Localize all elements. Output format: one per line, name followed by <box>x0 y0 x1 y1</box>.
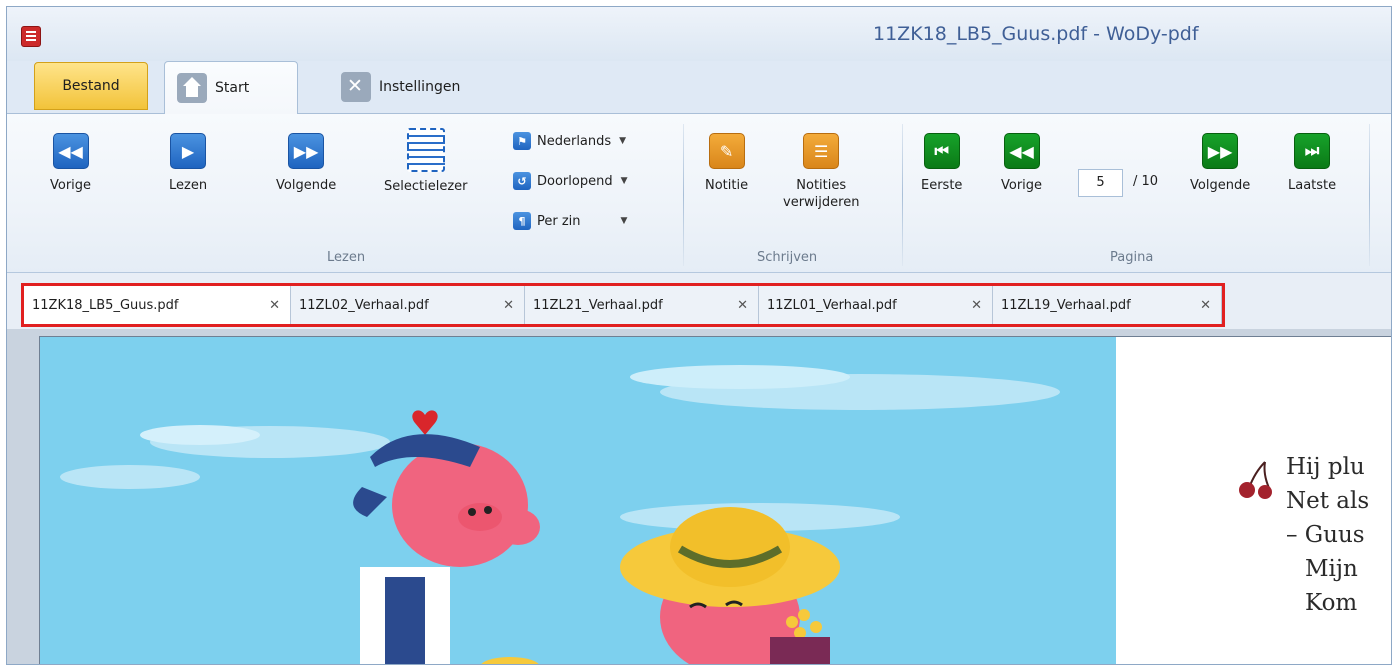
group-separator <box>1369 124 1370 266</box>
document-tab-label: 11ZL02_Verhaal.pdf <box>299 297 429 313</box>
document-tab-label: 11ZK18_LB5_Guus.pdf <box>32 297 179 313</box>
ribbon: ◀◀ Vorige ▶ Lezen ▶▶ Volgende Selectiele… <box>7 113 1391 273</box>
lezen-label: Lezen <box>169 178 208 193</box>
group-separator <box>683 124 684 266</box>
chevron-down-icon: ▼ <box>619 136 627 146</box>
vorige-read-button[interactable]: ◀◀ Vorige <box>50 133 91 194</box>
close-icon[interactable]: ✕ <box>1200 298 1211 313</box>
lezen-button[interactable]: ▶ Lezen <box>169 133 207 194</box>
previous-page-icon: ◀◀ <box>1003 133 1040 169</box>
title-bar: 11ZK18_LB5_Guus.pdf - WoDy-pdf <box>7 7 1391 61</box>
vorige-page-button[interactable]: ◀◀ Vorige <box>1001 133 1042 194</box>
tools-icon <box>341 72 371 102</box>
close-icon[interactable]: ✕ <box>971 298 982 313</box>
chevron-down-icon: ▼ <box>620 176 628 186</box>
volgende-read-button[interactable]: ▶▶ Volgende <box>276 133 336 194</box>
paragraph-icon <box>513 212 531 230</box>
page-text: Hij plu Net als – Guus Mijn Kom <box>1286 450 1369 620</box>
tab-instellingen[interactable]: Instellingen <box>329 61 472 113</box>
pdf-page: Hij plu Net als – Guus Mijn Kom <box>39 336 1391 664</box>
group-label-pagina: Pagina <box>1110 250 1154 265</box>
language-value: Nederlands <box>537 133 612 149</box>
text-line: Mijn <box>1305 556 1358 582</box>
ribbon-tab-bar: Bestand Start Instellingen <box>7 61 1391 114</box>
text-line: – Guus <box>1286 522 1365 548</box>
selectielezer-label: Selectielezer <box>384 179 468 194</box>
tab-instellingen-label: Instellingen <box>379 79 461 95</box>
tab-bestand[interactable]: Bestand <box>34 62 148 110</box>
laatste-page-button[interactable]: ⏭ Laatste <box>1288 133 1336 194</box>
laatste-label: Laatste <box>1288 178 1337 193</box>
text-line: Hij plu <box>1286 454 1365 480</box>
document-tab-label: 11ZL19_Verhaal.pdf <box>1001 297 1131 313</box>
vorige-page-label: Vorige <box>1001 178 1043 193</box>
close-icon[interactable]: ✕ <box>269 298 280 313</box>
play-icon: ▶ <box>170 133 207 169</box>
window-title: 11ZK18_LB5_Guus.pdf - WoDy-pdf <box>873 23 1199 45</box>
close-icon[interactable]: ✕ <box>503 298 514 313</box>
flag-icon <box>513 132 531 150</box>
pencil-icon: ✎ <box>708 133 745 169</box>
notitie-label: Notitie <box>705 178 749 193</box>
app-window: 11ZK18_LB5_Guus.pdf - WoDy-pdf Bestand S… <box>6 6 1392 665</box>
rewind-icon: ◀◀ <box>52 133 89 169</box>
selection-reader-icon <box>406 128 445 172</box>
next-page-icon: ▶▶ <box>1202 133 1239 169</box>
group-separator <box>902 124 903 266</box>
volgende-page-button[interactable]: ▶▶ Volgende <box>1190 133 1250 194</box>
notities-label-2: verwijderen <box>783 195 860 210</box>
document-viewer[interactable]: Hij plu Net als – Guus Mijn Kom <box>7 329 1391 664</box>
document-tab-label: 11ZL21_Verhaal.pdf <box>533 297 663 313</box>
group-label-lezen: Lezen <box>327 250 366 265</box>
close-icon[interactable]: ✕ <box>737 298 748 313</box>
document-tab[interactable]: 11ZL19_Verhaal.pdf ✕ <box>993 286 1222 324</box>
volgende-read-label: Volgende <box>276 178 337 193</box>
notities-verwijderen-button[interactable]: ☰ Notities verwijderen <box>783 133 859 211</box>
mode-value: Doorlopend <box>537 173 613 189</box>
text-line: Kom <box>1305 590 1358 616</box>
unit-value: Per zin <box>537 213 581 229</box>
page-illustration <box>40 337 1116 664</box>
cherry-icon <box>1239 461 1272 499</box>
notitie-button[interactable]: ✎ Notitie <box>705 133 748 194</box>
tab-start-label: Start <box>215 80 250 96</box>
first-page-icon: ⏮ <box>923 133 960 169</box>
page-total: / 10 <box>1133 174 1159 189</box>
text-line: Net als <box>1286 488 1370 514</box>
document-tab-label: 11ZL01_Verhaal.pdf <box>767 297 897 313</box>
document-tab[interactable]: 11ZK18_LB5_Guus.pdf ✕ <box>24 286 291 324</box>
selectielezer-button[interactable]: Selectielezer <box>384 128 468 195</box>
document-tab[interactable]: 11ZL01_Verhaal.pdf ✕ <box>759 286 993 324</box>
tab-start[interactable]: Start <box>164 61 298 114</box>
document-tabs-highlight: 11ZK18_LB5_Guus.pdf ✕ 11ZL02_Verhaal.pdf… <box>21 283 1225 327</box>
clear-notes-icon: ☰ <box>803 133 840 169</box>
group-label-schrijven: Schrijven <box>757 250 818 265</box>
vorige-read-label: Vorige <box>50 178 92 193</box>
eerste-label: Eerste <box>921 178 963 193</box>
page-number-input[interactable]: 5 <box>1078 169 1123 197</box>
document-tab[interactable]: 11ZL21_Verhaal.pdf ✕ <box>525 286 759 324</box>
reading-mode-icon <box>513 172 531 190</box>
fast-forward-icon: ▶▶ <box>288 133 325 169</box>
notities-label-1: Notities <box>796 178 847 193</box>
chevron-down-icon: ▼ <box>620 216 628 226</box>
document-tab-bar: 11ZK18_LB5_Guus.pdf ✕ 11ZL02_Verhaal.pdf… <box>7 273 1391 329</box>
unit-dropdown[interactable]: Per zin ▼ <box>513 210 627 232</box>
tab-bestand-label: Bestand <box>62 78 120 94</box>
mode-dropdown[interactable]: Doorlopend ▼ <box>513 170 628 192</box>
document-tab[interactable]: 11ZL02_Verhaal.pdf ✕ <box>291 286 525 324</box>
volgende-page-label: Volgende <box>1190 178 1251 193</box>
language-dropdown[interactable]: Nederlands ▼ <box>513 130 626 152</box>
home-icon <box>177 73 207 103</box>
eerste-page-button[interactable]: ⏮ Eerste <box>921 133 962 194</box>
last-page-icon: ⏭ <box>1294 133 1331 169</box>
app-icon[interactable] <box>21 26 41 47</box>
